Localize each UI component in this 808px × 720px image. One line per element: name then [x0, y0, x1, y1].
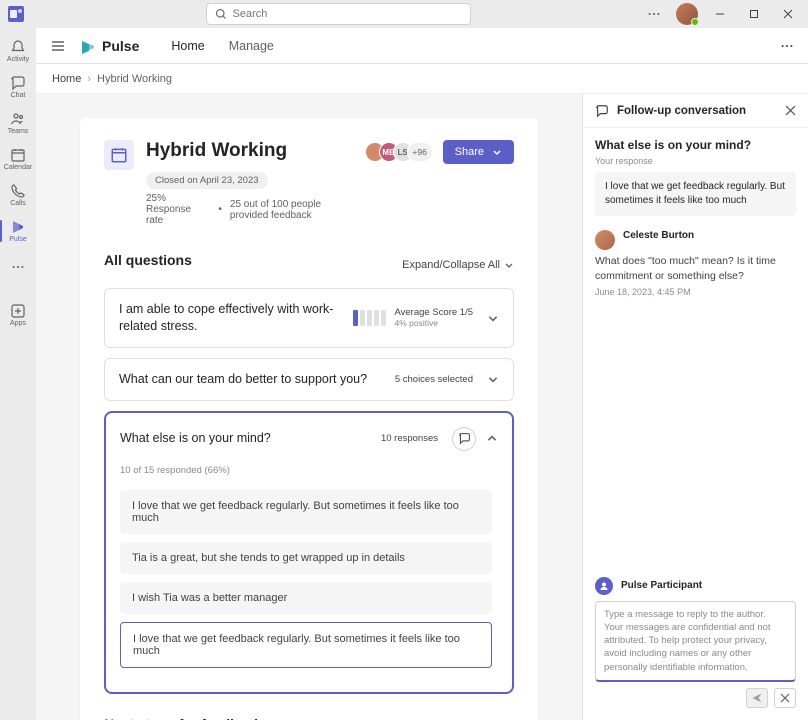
response-item[interactable]: I love that we get feedback regularly. B… — [120, 490, 492, 534]
question-card-2: What can our team do better to support y… — [104, 358, 514, 401]
header-more-button[interactable] — [780, 39, 794, 53]
rail-label: Apps — [10, 320, 26, 327]
chat-icon — [595, 104, 609, 118]
rail-calls[interactable]: Calls — [0, 178, 36, 212]
global-search[interactable] — [206, 3, 471, 25]
share-button[interactable]: Share — [443, 140, 514, 164]
panel-quote: I love that we get feedback regularly. B… — [595, 172, 796, 216]
user-avatar[interactable] — [676, 3, 698, 25]
pulse-logo-icon — [80, 38, 96, 54]
app-rail: Activity Chat Teams Calendar Calls Pulse… — [0, 28, 36, 720]
follow-up-panel: Follow-up conversation What else is on y… — [582, 94, 808, 720]
rail-label: Calls — [10, 200, 26, 207]
breadcrumb-current: Hybrid Working — [97, 73, 172, 85]
rail-calendar[interactable]: Calendar — [0, 142, 36, 176]
participant-overflow[interactable]: +96 — [407, 142, 433, 162]
rail-label: Calendar — [4, 164, 32, 171]
window-maximize-button[interactable] — [742, 2, 766, 26]
app-header: Pulse Home Manage — [36, 28, 808, 64]
tab-home[interactable]: Home — [171, 31, 204, 61]
survey-icon — [104, 140, 134, 170]
responded-meta: 10 of 15 responded (66%) — [120, 465, 498, 476]
participant-name: Pulse Participant — [621, 580, 702, 591]
response-item[interactable]: Tia is a great, but she tends to get wra… — [120, 542, 492, 574]
response-count: 25 out of 100 people provided feedback — [230, 199, 359, 221]
question-card-1: I am able to cope effectively with work-… — [104, 288, 514, 348]
expand-button[interactable] — [487, 373, 499, 385]
closed-pill: Closed on April 23, 2023 — [146, 172, 268, 189]
main-content: Hybrid Working Closed on April 23, 2023 … — [36, 94, 582, 720]
commenter-name: Celeste Burton — [623, 230, 694, 250]
question-title: What can our team do better to support y… — [119, 371, 381, 388]
average-score: Average Score 1/5 — [394, 307, 473, 318]
rail-teams[interactable]: Teams — [0, 106, 36, 140]
participant-avatar — [595, 577, 613, 595]
chevron-down-icon — [492, 147, 502, 157]
panel-question: What else is on your mind? — [595, 138, 796, 152]
response-rate: 25% Response rate — [146, 193, 210, 226]
more-options-button[interactable] — [642, 2, 666, 26]
teams-app-icon — [8, 6, 24, 22]
compose-textarea[interactable]: Type a message to reply to the author. Y… — [595, 601, 796, 682]
question-card-3-open: What else is on your mind? 10 responses … — [104, 411, 514, 694]
commenter-avatar — [595, 230, 615, 250]
score-bars — [353, 310, 386, 326]
comment-text: What does "too much" mean? Is it time co… — [595, 254, 796, 283]
tab-manage[interactable]: Manage — [229, 31, 274, 61]
expand-collapse-button[interactable]: Expand/Collapse All — [402, 259, 514, 271]
chevron-right-icon: › — [87, 73, 91, 85]
rail-chat[interactable]: Chat — [0, 70, 36, 104]
rail-label: Teams — [8, 128, 29, 135]
breadcrumb-home[interactable]: Home — [52, 73, 81, 85]
compose-close-button[interactable] — [774, 688, 796, 708]
brand-name: Pulse — [102, 38, 139, 54]
rail-pulse[interactable]: Pulse — [0, 214, 36, 248]
question-meta: 5 choices selected — [395, 374, 473, 385]
response-item[interactable]: I wish Tia was a better manager — [120, 582, 492, 614]
breadcrumb: Home › Hybrid Working — [36, 64, 808, 94]
participant-avatars[interactable]: MB LS +96 — [371, 142, 433, 162]
rail-label: Chat — [11, 92, 26, 99]
window-close-button[interactable] — [776, 2, 800, 26]
rail-apps[interactable]: Apps — [0, 298, 36, 332]
rail-label: Pulse — [9, 236, 27, 243]
rail-activity[interactable]: Activity — [0, 34, 36, 68]
question-title: What else is on your mind? — [120, 430, 367, 447]
chat-icon-button[interactable] — [452, 427, 476, 451]
send-button[interactable] — [746, 688, 768, 708]
collapse-button[interactable] — [486, 433, 498, 445]
comment-time: June 18, 2023, 4:45 PM — [595, 287, 796, 297]
responses-list[interactable]: I love that we get feedback regularly. B… — [120, 490, 498, 676]
rail-label: Activity — [7, 56, 29, 63]
response-item-selected[interactable]: I love that we get feedback regularly. B… — [120, 622, 492, 668]
chevron-down-icon — [504, 260, 514, 270]
expand-button[interactable] — [487, 312, 499, 324]
panel-close-button[interactable] — [785, 105, 796, 116]
window-minimize-button[interactable] — [708, 2, 732, 26]
positive-pct: 4% positive — [394, 318, 473, 328]
question-title: I am able to cope effectively with work-… — [119, 301, 339, 335]
hamburger-button[interactable] — [50, 38, 66, 54]
titlebar — [0, 0, 808, 28]
app-brand: Pulse — [80, 38, 139, 54]
panel-title: Follow-up conversation — [617, 105, 777, 117]
next-steps-title: Next steps for feedback — [104, 716, 514, 720]
panel-sub: Your response — [595, 156, 796, 166]
all-questions-title: All questions — [104, 252, 192, 268]
survey-title: Hybrid Working — [146, 140, 287, 162]
survey-header: Hybrid Working Closed on April 23, 2023 … — [104, 140, 514, 226]
search-icon — [215, 8, 227, 20]
question-meta: 10 responses — [381, 433, 438, 444]
rail-more[interactable] — [0, 250, 36, 284]
search-input[interactable] — [233, 8, 462, 20]
